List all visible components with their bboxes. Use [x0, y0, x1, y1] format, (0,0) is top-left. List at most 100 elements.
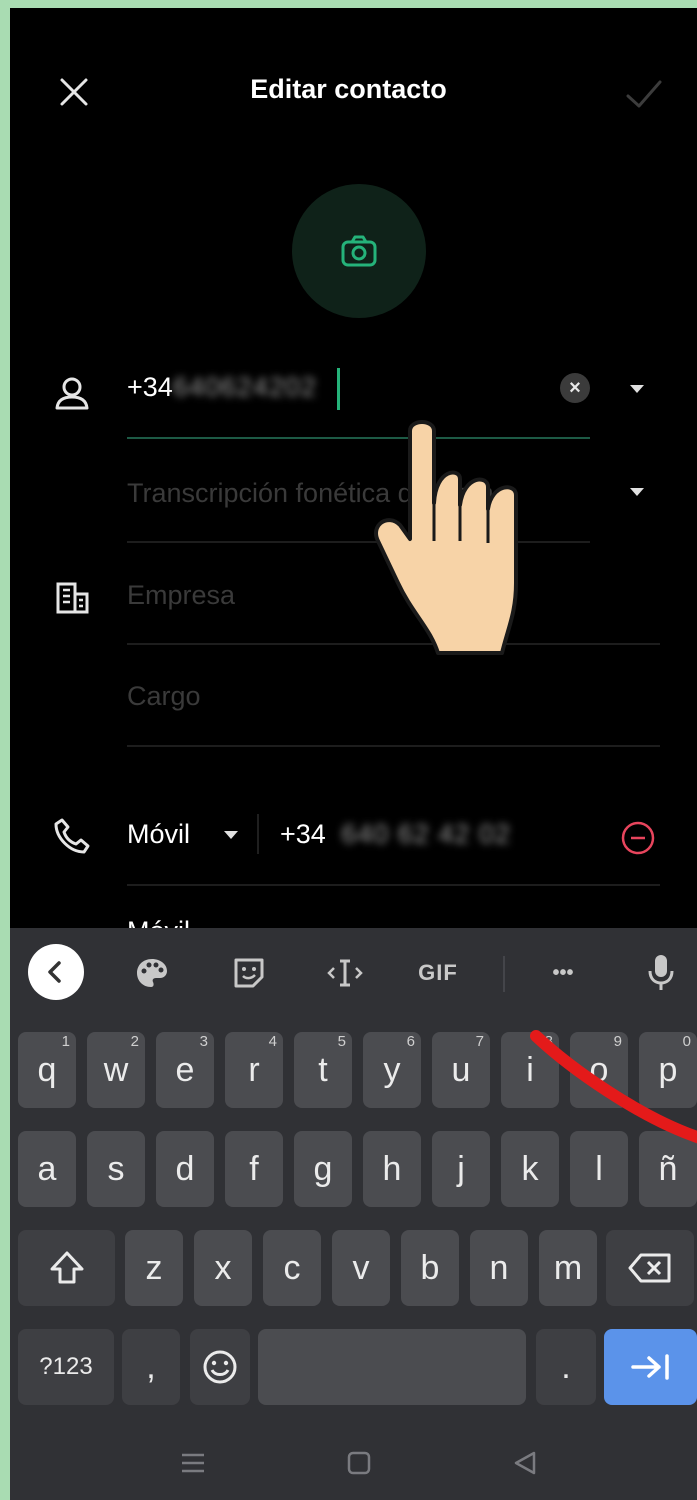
key-b[interactable]: b: [401, 1230, 459, 1306]
key-e[interactable]: e3: [156, 1032, 214, 1108]
keyboard-back-button[interactable]: [28, 944, 84, 1000]
key-h[interactable]: h: [363, 1131, 421, 1207]
name-prefix: +34: [127, 372, 173, 402]
key-j-label: j: [457, 1149, 465, 1188]
camera-icon: [341, 235, 377, 267]
next-field-icon: [630, 1354, 669, 1380]
phone-icon: [52, 816, 92, 856]
key-g[interactable]: g: [294, 1131, 352, 1207]
on-screen-keyboard: GIF ••• q1w2e3r4t5y6u7i8o9p0asdfghjklñzx…: [10, 928, 697, 1500]
key-n[interactable]: n: [470, 1230, 528, 1306]
cursor-control-button[interactable]: [322, 950, 368, 996]
contact-edit-screen: Editar contacto +34640624202 × Transcrip…: [10, 8, 697, 1500]
phone-type-selector[interactable]: Móvil: [127, 819, 190, 850]
key-f-label: f: [249, 1149, 259, 1188]
emoji-key[interactable]: [190, 1329, 250, 1405]
clear-input-button[interactable]: ×: [560, 373, 590, 403]
more-button[interactable]: •••: [540, 950, 586, 996]
key-w-hint: 2: [130, 1033, 139, 1050]
key-q[interactable]: q1: [18, 1032, 76, 1108]
palette-button[interactable]: [129, 950, 175, 996]
period-key-label: .: [561, 1347, 571, 1386]
toolbar-separator: [503, 956, 505, 992]
phonetic-expand-caret-icon[interactable]: [630, 488, 644, 496]
key-z[interactable]: z: [125, 1230, 183, 1306]
key-m[interactable]: m: [539, 1230, 597, 1306]
key-f[interactable]: f: [225, 1131, 283, 1207]
enter-key[interactable]: [604, 1329, 697, 1405]
key-q-hint: 1: [61, 1033, 70, 1050]
name-blurred-digits: 640624202: [172, 372, 317, 402]
key-j[interactable]: j: [432, 1131, 490, 1207]
divider: [127, 745, 660, 747]
phone-prefix: +34: [280, 819, 326, 849]
key-y-hint: 6: [406, 1033, 415, 1050]
comma-key[interactable]: ,: [122, 1329, 180, 1405]
back-triangle-icon[interactable]: [512, 1450, 538, 1476]
home-icon[interactable]: [346, 1450, 372, 1476]
name-input[interactable]: +34640624202: [127, 372, 317, 403]
add-photo-button[interactable]: [292, 184, 426, 318]
key-w[interactable]: w2: [87, 1032, 145, 1108]
key-x-label: x: [214, 1248, 232, 1287]
minus-circle-icon: [621, 821, 655, 855]
shift-icon: [50, 1251, 83, 1284]
phone-type-caret-icon[interactable]: [224, 831, 238, 839]
person-icon: [52, 374, 92, 414]
symbols-key-label: ?123: [39, 1353, 93, 1380]
job-title-field[interactable]: Cargo: [127, 681, 201, 712]
key-r-hint: 4: [268, 1033, 277, 1050]
divider: [127, 884, 660, 886]
key-u-label: u: [451, 1050, 471, 1089]
recent-apps-icon[interactable]: [180, 1450, 206, 1476]
key-y-label: y: [383, 1050, 401, 1089]
key-v[interactable]: v: [332, 1230, 390, 1306]
system-navigation-bar: [10, 1428, 697, 1500]
cursor-icon: [327, 959, 363, 987]
key-w-label: w: [103, 1050, 129, 1089]
key-e-hint: 3: [199, 1033, 208, 1050]
key-u-hint: 7: [475, 1033, 484, 1050]
company-field[interactable]: Empresa: [127, 580, 235, 611]
voice-input-button[interactable]: [638, 950, 684, 996]
text-cursor: [337, 368, 340, 410]
shift-key[interactable]: [18, 1230, 115, 1306]
key-t[interactable]: t5: [294, 1032, 352, 1108]
comma-key-label: ,: [146, 1347, 156, 1386]
gif-button[interactable]: GIF: [415, 950, 461, 996]
save-button[interactable]: [622, 72, 666, 116]
phone-blurred-digits: 640 62 42 02: [341, 819, 511, 849]
key-c[interactable]: c: [263, 1230, 321, 1306]
page-title: Editar contacto: [250, 74, 447, 104]
key-r-label: r: [248, 1050, 260, 1089]
chevron-left-icon: [48, 961, 61, 983]
backspace-key[interactable]: [606, 1230, 694, 1306]
key-h-label: h: [382, 1149, 402, 1188]
key-c-label: c: [283, 1248, 301, 1287]
key-a[interactable]: a: [18, 1131, 76, 1207]
name-expand-caret-icon[interactable]: [630, 385, 644, 393]
sticker-button[interactable]: [226, 950, 272, 996]
key-x[interactable]: x: [194, 1230, 252, 1306]
key-q-label: q: [37, 1050, 57, 1089]
key-a-label: a: [37, 1149, 57, 1188]
key-s[interactable]: s: [87, 1131, 145, 1207]
space-key[interactable]: [258, 1329, 526, 1405]
key-n-label: n: [489, 1248, 509, 1287]
backspace-icon: [628, 1253, 671, 1283]
key-u[interactable]: u7: [432, 1032, 490, 1108]
key-d[interactable]: d: [156, 1131, 214, 1207]
key-z-label: z: [145, 1248, 163, 1287]
key-t-label: t: [318, 1050, 328, 1089]
symbols-key[interactable]: ?123: [18, 1329, 114, 1405]
separator: [257, 814, 259, 854]
remove-phone-button[interactable]: [620, 820, 656, 861]
key-e-label: e: [175, 1050, 195, 1089]
period-key[interactable]: .: [536, 1329, 596, 1405]
key-y[interactable]: y6: [363, 1032, 421, 1108]
check-icon: [626, 80, 662, 108]
phone-number-input[interactable]: +34 640 62 42 02: [280, 819, 511, 850]
key-r[interactable]: r4: [225, 1032, 283, 1108]
palette-icon: [137, 959, 167, 987]
building-icon: [52, 578, 92, 618]
